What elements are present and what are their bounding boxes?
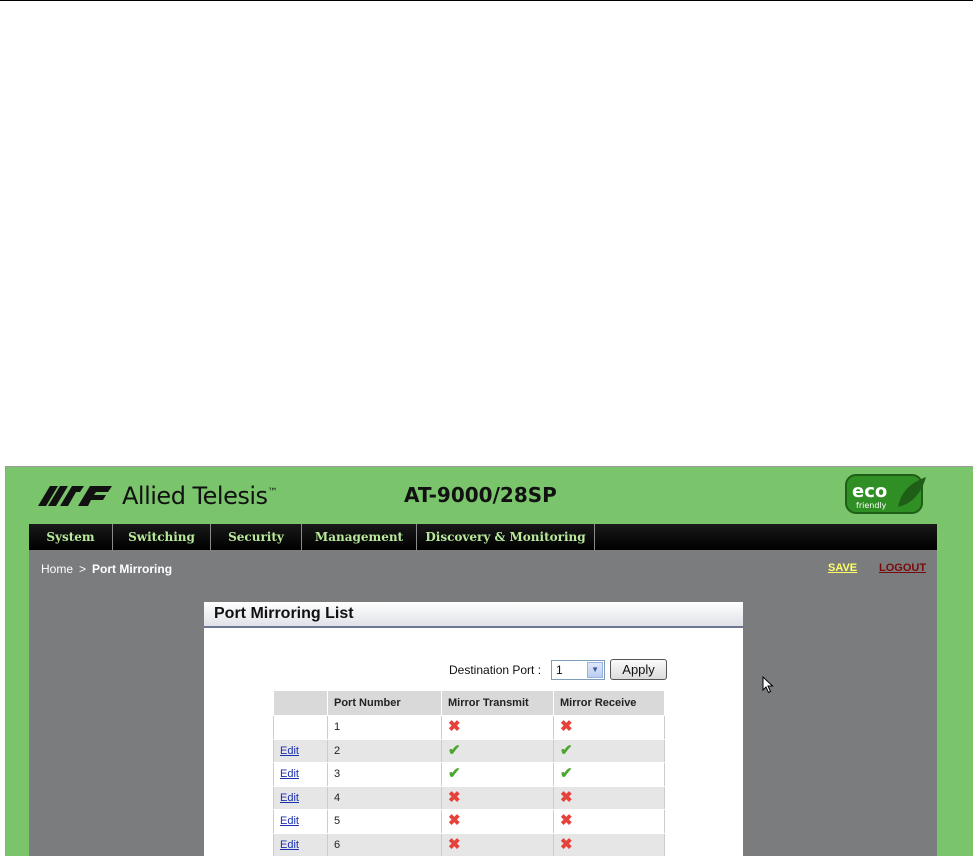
- cell-mirror-transmit: ✖: [441, 715, 554, 740]
- model-name: AT-9000/28SP: [404, 483, 557, 507]
- breadcrumb-separator: >: [79, 562, 87, 576]
- cell-mirror-transmit: ✔: [441, 738, 554, 763]
- eco-friendly-badge: eco friendly: [842, 471, 930, 517]
- cross-icon: ✖: [560, 835, 573, 853]
- table-row: Edit 5 ✖ ✖: [273, 809, 665, 834]
- save-link[interactable]: SAVE: [828, 562, 857, 574]
- table-row: Edit 3 ✔ ✔: [273, 762, 665, 787]
- content-area: Home > Port Mirroring SAVE LOGOUT Port Mir…: [29, 550, 937, 856]
- cell-mirror-receive: ✔: [553, 738, 665, 763]
- logo-text: Allied Telesis™: [122, 482, 278, 510]
- port-mirroring-table: Port Number Mirror Transmit Mirror Recei…: [273, 690, 665, 856]
- breadcrumb: Home > Port Mirroring: [41, 562, 172, 576]
- nav-management[interactable]: Management: [302, 524, 417, 550]
- main-navbar: System Switching Security Management Dis…: [29, 524, 937, 550]
- cross-icon: ✖: [560, 812, 573, 830]
- table-row: Edit 6 ✖ ✖: [273, 832, 665, 856]
- allied-telesis-logo: Allied Telesis™: [38, 481, 277, 511]
- cross-icon: ✖: [448, 788, 461, 806]
- destination-port-row: Destination Port : 1 ▼ Apply: [449, 659, 668, 680]
- cell-mirror-transmit: ✔: [441, 762, 554, 787]
- mouse-cursor-icon: [762, 676, 774, 694]
- check-icon: ✔: [560, 741, 573, 759]
- cross-icon: ✖: [448, 812, 461, 830]
- cell-edit: Edit: [273, 762, 328, 787]
- apply-button[interactable]: Apply: [610, 659, 668, 680]
- cell-port-number: 4: [327, 785, 442, 810]
- cross-icon: ✖: [448, 835, 461, 853]
- edit-link[interactable]: Edit: [280, 745, 299, 757]
- port-mirroring-panel: Port Mirroring List Destination Port : 1…: [204, 602, 743, 856]
- cross-icon: ✖: [560, 788, 573, 806]
- edit-link[interactable]: Edit: [280, 792, 299, 804]
- destination-port-label: Destination Port :: [449, 662, 542, 677]
- edit-link[interactable]: Edit: [280, 768, 299, 780]
- header-edit: [273, 690, 328, 716]
- top-rule: [0, 0, 973, 1]
- svg-text:friendly: friendly: [856, 501, 887, 510]
- svg-text:eco: eco: [852, 481, 887, 502]
- check-icon: ✔: [560, 765, 573, 783]
- cell-mirror-transmit: ✖: [441, 785, 554, 810]
- edit-link[interactable]: Edit: [280, 839, 299, 851]
- cell-edit: [273, 715, 328, 740]
- cell-port-number: 2: [327, 738, 442, 763]
- table-row: 1 ✖ ✖: [273, 715, 665, 740]
- header-mirror-transmit: Mirror Transmit: [441, 690, 554, 716]
- edit-link[interactable]: Edit: [280, 815, 299, 827]
- table-header-row: Port Number Mirror Transmit Mirror Recei…: [273, 690, 665, 716]
- nav-switching[interactable]: Switching: [113, 524, 211, 550]
- breadcrumb-home[interactable]: Home: [41, 562, 73, 576]
- check-icon: ✔: [448, 765, 461, 783]
- cell-mirror-receive: ✖: [553, 715, 665, 740]
- logo-mark-icon: [38, 486, 112, 506]
- cell-mirror-receive: ✖: [553, 832, 665, 856]
- nav-system[interactable]: System: [29, 524, 113, 550]
- cross-icon: ✖: [448, 718, 461, 736]
- nav-discovery-monitoring[interactable]: Discovery & Monitoring: [417, 524, 595, 550]
- cell-edit: Edit: [273, 832, 328, 856]
- cross-icon: ✖: [560, 718, 573, 736]
- cell-port-number: 1: [327, 715, 442, 740]
- cell-edit: Edit: [273, 785, 328, 810]
- chevron-down-icon[interactable]: ▼: [587, 661, 604, 678]
- check-icon: ✔: [448, 741, 461, 759]
- cell-edit: Edit: [273, 738, 328, 763]
- panel-title: Port Mirroring List: [204, 602, 743, 628]
- destination-port-value: 1: [556, 662, 563, 677]
- cell-mirror-receive: ✔: [553, 762, 665, 787]
- breadcrumb-current: Port Mirroring: [92, 562, 173, 576]
- table-row: Edit 2 ✔ ✔: [273, 738, 665, 763]
- app-frame: Allied Telesis™ AT-9000/28SP eco friendl…: [5, 466, 973, 856]
- nav-security[interactable]: Security: [211, 524, 302, 550]
- cell-port-number: 6: [327, 832, 442, 856]
- table-row: Edit 4 ✖ ✖: [273, 785, 665, 810]
- header-port-number: Port Number: [327, 690, 442, 716]
- destination-port-select[interactable]: 1 ▼: [551, 659, 606, 680]
- header-mirror-receive: Mirror Receive: [553, 690, 665, 716]
- cell-mirror-transmit: ✖: [441, 809, 554, 834]
- cell-mirror-receive: ✖: [553, 785, 665, 810]
- eco-leaf-icon: eco friendly: [845, 474, 926, 514]
- cell-port-number: 3: [327, 762, 442, 787]
- cell-port-number: 5: [327, 809, 442, 834]
- logout-link[interactable]: LOGOUT: [879, 562, 926, 574]
- cell-mirror-receive: ✖: [553, 809, 665, 834]
- cell-edit: Edit: [273, 809, 328, 834]
- cell-mirror-transmit: ✖: [441, 832, 554, 856]
